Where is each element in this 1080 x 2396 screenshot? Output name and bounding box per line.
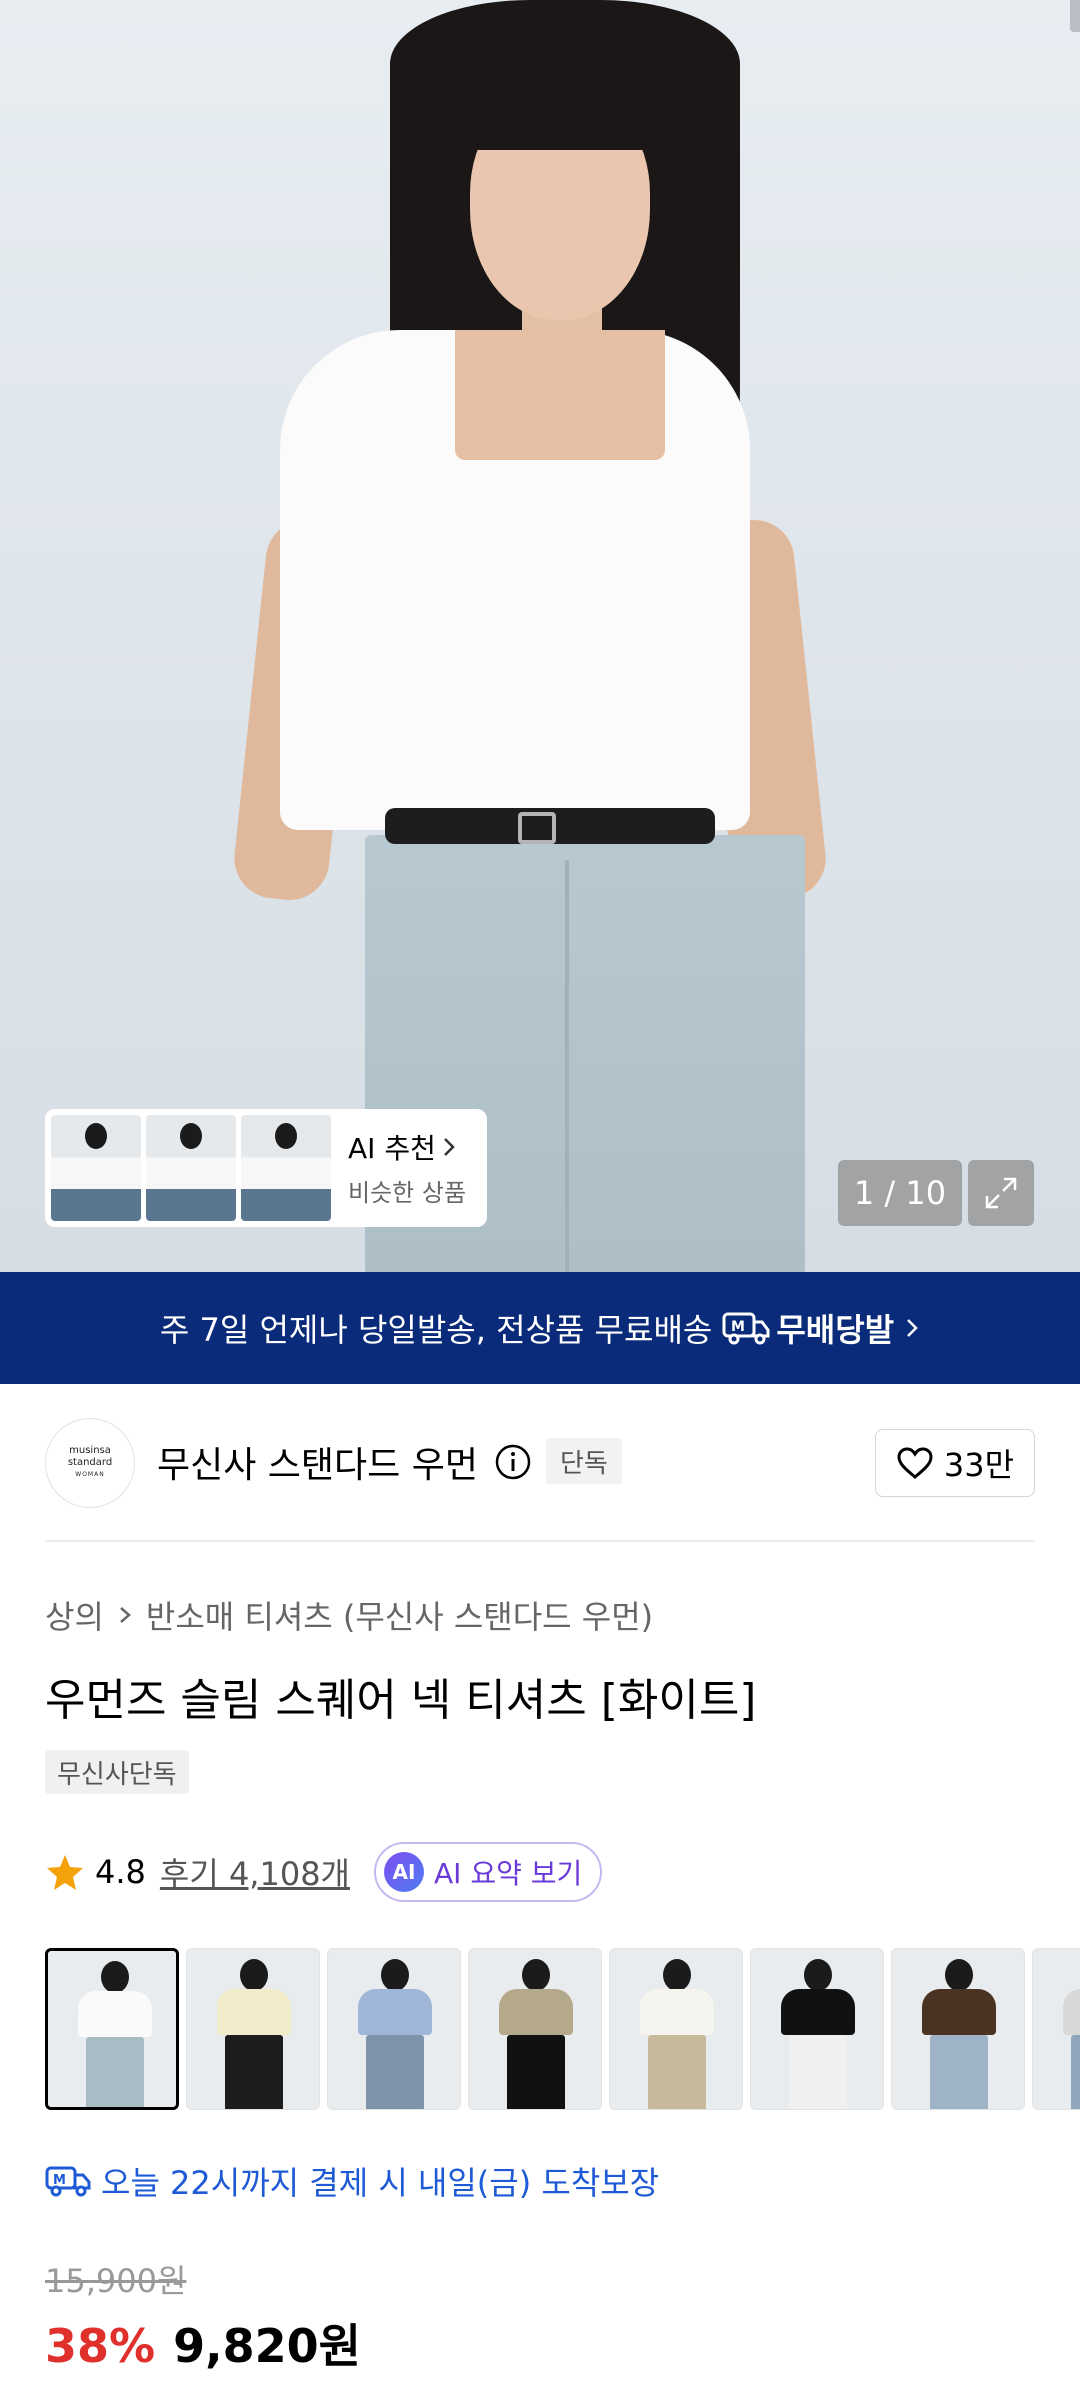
- heart-icon: [897, 1447, 933, 1479]
- variant-bottom: [86, 2037, 144, 2107]
- breadcrumb-subcategory[interactable]: 반소매 티셔츠 (무신사 스탠다드 우먼): [146, 1592, 653, 1638]
- chevron-right-icon: [120, 1607, 131, 1623]
- ai-badge-icon: AI: [384, 1852, 424, 1892]
- color-variant-thumb[interactable]: [750, 1948, 884, 2110]
- variant-model-head: [663, 1959, 691, 1991]
- truck-icon: M: [45, 2166, 91, 2197]
- variant-bottom: [648, 2035, 706, 2109]
- image-counter: 1 / 10: [838, 1160, 962, 1226]
- exclusive-tag: 단독: [546, 1438, 622, 1484]
- delivery-text: 오늘 22시까지 결제 시 내일(금) 도착보장: [101, 2164, 660, 2202]
- ai-recommend-thumb: [51, 1115, 141, 1221]
- ai-summary-button[interactable]: AI AI 요약 보기: [374, 1842, 603, 1902]
- discount-rate: 38%: [45, 2319, 156, 2373]
- original-price: 15,900원: [45, 2262, 187, 2300]
- product-image-gallery[interactable]: AI 추천 비슷한 상품 1 / 10: [0, 0, 1080, 1272]
- variant-bottom: [1071, 2035, 1080, 2109]
- color-variant-thumb[interactable]: [1032, 1948, 1080, 2110]
- variant-model-head: [804, 1959, 832, 1991]
- truck-icon: M: [722, 1312, 770, 1345]
- ai-recommend-title: AI 추천: [348, 1132, 436, 1165]
- color-variant-thumb[interactable]: [468, 1948, 602, 2110]
- free-delivery-banner[interactable]: 주 7일 언제나 당일발송, 전상품 무료배송 M 무배당발: [0, 1272, 1080, 1384]
- belt-buckle: [518, 812, 556, 844]
- banner-brand-label: 무배당발: [776, 1311, 895, 1349]
- model-neckline: [455, 330, 665, 460]
- color-variant-thumb[interactable]: [891, 1948, 1025, 2110]
- ai-summary-label: AI 요약 보기: [434, 1857, 583, 1890]
- rating-row: 4.8 후기 4,108개 AI AI 요약 보기: [45, 1842, 603, 1902]
- ai-recommend-thumb: [146, 1115, 236, 1221]
- variant-top: [499, 1989, 573, 2035]
- color-variant-thumb[interactable]: [327, 1948, 461, 2110]
- ai-recommend-subtitle: 비슷한 상품: [348, 1179, 467, 1207]
- variant-top: [922, 1989, 996, 2035]
- rating-value: 4.8: [95, 1853, 146, 1891]
- brand-logo-line: WOMAN: [75, 1471, 105, 1478]
- color-variant-thumb[interactable]: [45, 1948, 179, 2110]
- color-variant-list: [45, 1948, 1080, 2112]
- brand-logo-line: musinsa: [69, 1445, 111, 1456]
- variant-model-head: [522, 1959, 550, 1991]
- variant-model-head: [240, 1959, 268, 1991]
- sale-price: 9,820원: [173, 2319, 361, 2373]
- price-row: 38% 9,820원: [45, 2310, 361, 2376]
- breadcrumb: 상의 반소매 티셔츠 (무신사 스탠다드 우먼): [45, 1592, 653, 1638]
- variant-bottom: [789, 2035, 847, 2109]
- ai-recommend-card[interactable]: AI 추천 비슷한 상품: [45, 1109, 487, 1227]
- variant-bottom: [225, 2035, 283, 2109]
- color-variant-thumb[interactable]: [186, 1948, 320, 2110]
- variant-model-head: [945, 1959, 973, 1991]
- variant-top: [78, 1991, 152, 2037]
- expand-icon: [985, 1177, 1017, 1209]
- like-button[interactable]: 33만: [875, 1429, 1035, 1497]
- svg-text:M: M: [731, 1319, 745, 1335]
- color-variant-thumb[interactable]: [609, 1948, 743, 2110]
- like-count: 33만: [943, 1446, 1015, 1484]
- variant-bottom: [366, 2035, 424, 2109]
- divider: [45, 1540, 1035, 1542]
- star-icon: [47, 1855, 83, 1890]
- banner-text: 주 7일 언제나 당일발송, 전상품 무료배송: [159, 1311, 713, 1349]
- variant-bottom: [507, 2035, 565, 2109]
- brand-logo-line: standard: [67, 1457, 113, 1468]
- expand-button[interactable]: [968, 1160, 1034, 1226]
- variant-bottom: [930, 2035, 988, 2109]
- ai-recommend-thumb: [241, 1115, 331, 1221]
- variant-top: [217, 1989, 291, 2035]
- ai-recommend-title-row: AI 추천: [348, 1127, 456, 1167]
- product-title: 우먼즈 슬림 스퀘어 넥 티셔츠 [화이트]: [45, 1675, 757, 1726]
- model-bangs: [460, 60, 660, 150]
- brand-name[interactable]: 무신사 스탠다드 우먼: [157, 1436, 478, 1488]
- review-link[interactable]: 후기 4,108개: [160, 1849, 350, 1895]
- brand-logo[interactable]: musinsa standard WOMAN: [45, 1418, 135, 1508]
- chevron-right-icon: [907, 1319, 918, 1337]
- variant-top: [640, 1989, 714, 2035]
- variant-top: [358, 1989, 432, 2035]
- exclusive-chip: 무신사단독: [45, 1750, 189, 1794]
- info-icon[interactable]: [494, 1443, 532, 1481]
- model-skirt-seam: [565, 860, 569, 1272]
- svg-text:M: M: [53, 2173, 66, 2188]
- banner-brand: M 무배당발: [722, 1305, 894, 1351]
- scroll-indicator: [1070, 0, 1080, 32]
- breadcrumb-category[interactable]: 상의: [45, 1592, 104, 1638]
- variant-top: [781, 1989, 855, 2035]
- delivery-guarantee: M 오늘 22시까지 결제 시 내일(금) 도착보장: [45, 2158, 659, 2204]
- variant-model-head: [101, 1961, 129, 1993]
- variant-top: [1063, 1989, 1080, 2035]
- variant-model-head: [381, 1959, 409, 1991]
- chevron-right-icon: [443, 1138, 455, 1156]
